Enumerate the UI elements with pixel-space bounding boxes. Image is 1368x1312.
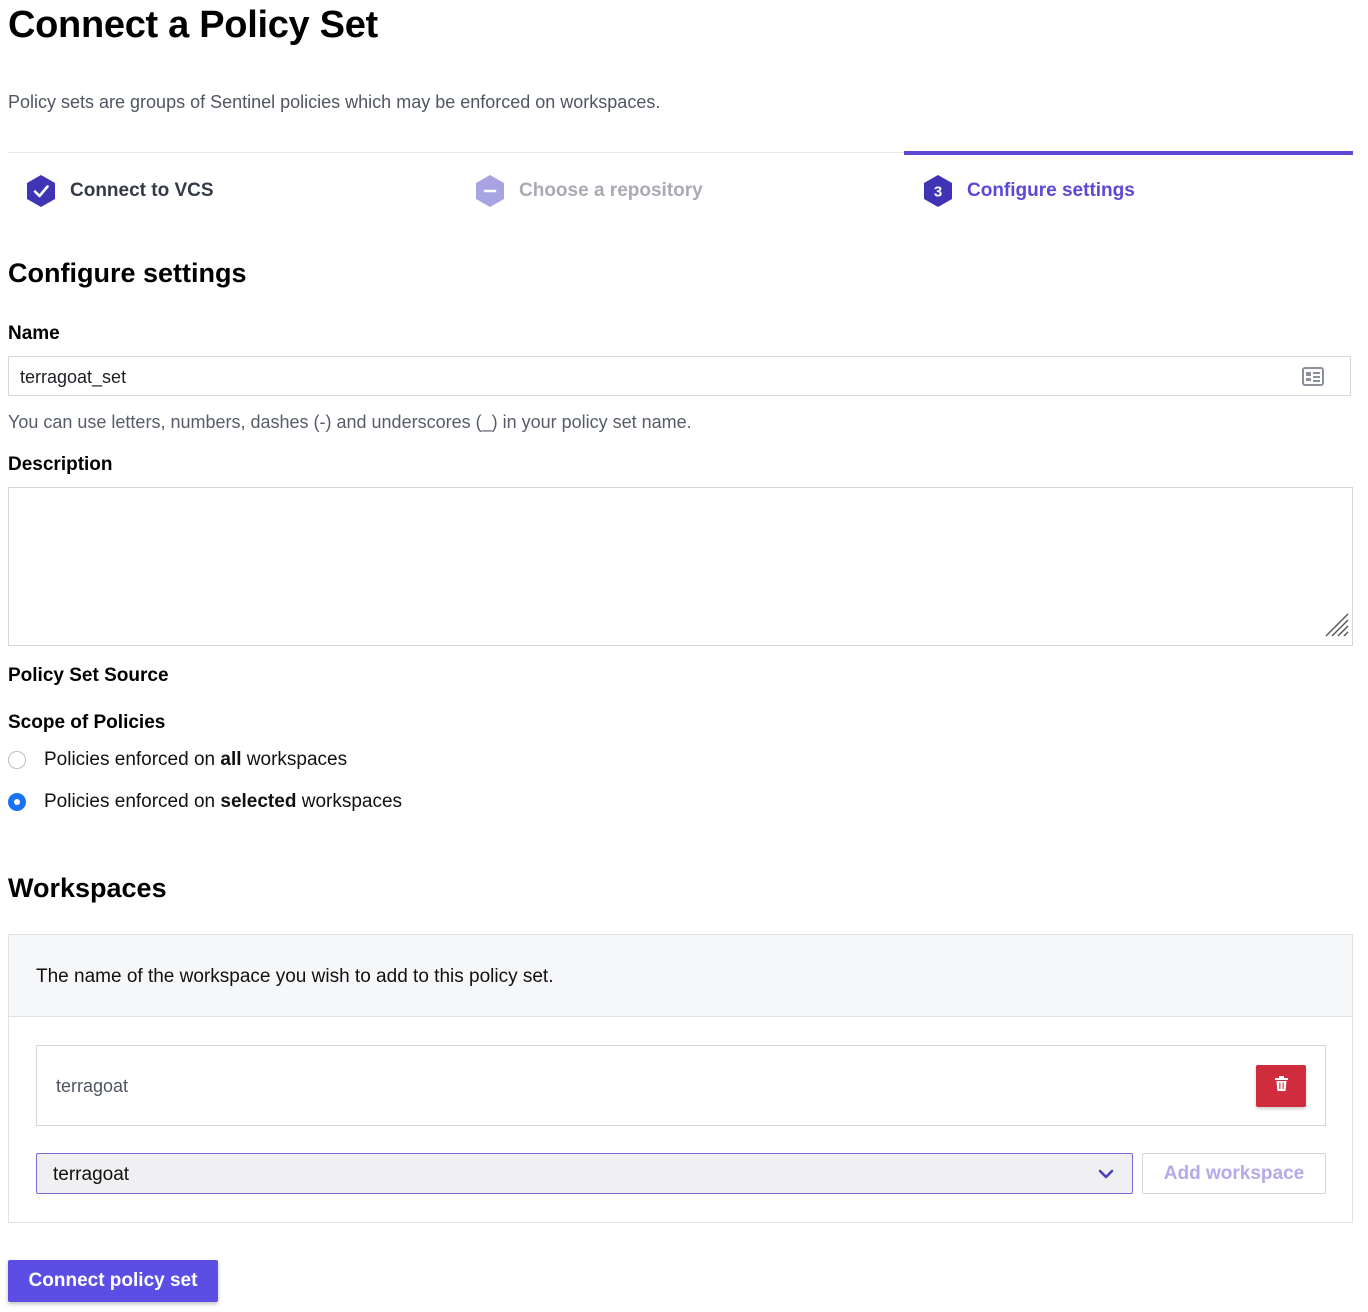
delete-workspace-button[interactable] [1256, 1065, 1306, 1107]
page-title: Connect a Policy Set [8, 4, 378, 46]
scope-option-selected-text: Policies enforced on selected workspaces [44, 791, 403, 812]
description-textarea[interactable] [8, 487, 1353, 646]
page-subtitle: Policy sets are groups of Sentinel polic… [8, 92, 661, 112]
resize-handle-icon[interactable] [1322, 610, 1350, 643]
check-icon [24, 174, 58, 208]
radio-all[interactable] [8, 751, 26, 769]
workspaces-panel: The name of the workspace you wish to ad… [8, 934, 1353, 1223]
workspaces-panel-text: The name of the workspace you wish to ad… [36, 966, 554, 987]
workspaces-panel-header: The name of the workspace you wish to ad… [9, 935, 1352, 1017]
step-configure-settings[interactable]: 3 Configure settings [921, 153, 1135, 229]
step-connect-to-vcs[interactable]: Connect to VCS [24, 153, 214, 229]
scope-option-all-text: Policies enforced on all workspaces [44, 749, 348, 770]
scope-option-selected[interactable]: Policies enforced on selected workspaces [8, 791, 402, 813]
add-workspace-button[interactable]: Add workspace [1142, 1153, 1326, 1194]
trash-icon [1274, 1076, 1288, 1096]
contact-card-icon[interactable] [1302, 367, 1324, 391]
description-label: Description [8, 454, 113, 475]
svg-text:3: 3 [934, 184, 942, 201]
scope-label: Scope of Policies [8, 712, 166, 733]
scope-option-all[interactable]: Policies enforced on all workspaces [8, 749, 347, 771]
step-label: Connect to VCS [70, 180, 214, 201]
section-title-configure: Configure settings [8, 258, 247, 288]
stepper: Connect to VCS Choose a repository 3 Con… [8, 151, 1353, 229]
step-label: Configure settings [967, 180, 1135, 201]
connect-policy-set-button[interactable]: Connect policy set [8, 1260, 218, 1302]
step-choose-repository: Choose a repository [473, 153, 703, 229]
workspace-select[interactable]: terragoat [36, 1153, 1133, 1194]
name-hint: You can use letters, numbers, dashes (-)… [8, 412, 692, 432]
workspace-name: terragoat [56, 1076, 129, 1096]
minus-icon [473, 174, 507, 208]
workspace-list-item: terragoat [36, 1045, 1326, 1126]
step-number-icon: 3 [921, 174, 955, 208]
name-label: Name [8, 323, 60, 344]
name-input[interactable]: terragoat_set [8, 356, 1351, 396]
radio-selected[interactable] [8, 793, 26, 811]
name-input-value: terragoat_set [20, 367, 127, 387]
workspace-select-value: terragoat [53, 1164, 130, 1185]
policy-set-source-label: Policy Set Source [8, 665, 169, 686]
chevron-down-icon [1098, 1167, 1114, 1185]
step-label: Choose a repository [519, 180, 703, 201]
section-title-workspaces: Workspaces [8, 873, 167, 903]
